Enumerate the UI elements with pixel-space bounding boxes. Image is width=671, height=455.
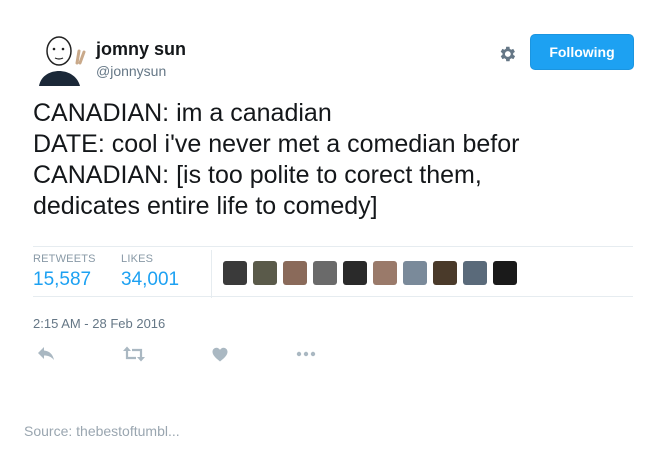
likes-label: LIKES — [121, 253, 154, 265]
like-icon[interactable] — [209, 343, 231, 365]
gear-icon[interactable] — [495, 42, 519, 66]
tweet-line: dedicates entire life to comedy] — [33, 192, 378, 220]
liker-avatar-1[interactable] — [223, 261, 247, 285]
liker-avatar-2[interactable] — [253, 261, 277, 285]
author-handle[interactable]: @jonnysun — [96, 63, 166, 79]
tweet-card: jomny sun @jonnysun Following CANADIAN: … — [33, 28, 637, 388]
liker-avatar-6[interactable] — [373, 261, 397, 285]
liker-avatar-9[interactable] — [463, 261, 487, 285]
retweets-count: 15,587 — [33, 269, 92, 290]
tweet-line: DATE: cool i've never met a comedian bef… — [33, 130, 520, 158]
liker-avatar-7[interactable] — [403, 261, 427, 285]
liker-avatar-4[interactable] — [313, 261, 337, 285]
tweet-timestamp[interactable]: 2:15 AM - 28 Feb 2016 — [33, 316, 165, 331]
tweet-actions — [33, 343, 353, 365]
following-button[interactable]: Following — [530, 34, 634, 70]
reply-icon[interactable] — [35, 343, 57, 365]
liker-avatar-3[interactable] — [283, 261, 307, 285]
more-icon[interactable] — [295, 343, 317, 365]
tweet-line: CANADIAN: im a canadian — [33, 99, 332, 127]
likes-count: 34,001 — [121, 269, 180, 290]
retweets-stat[interactable]: RETWEETS 15,587 — [33, 253, 96, 291]
author-avatar[interactable] — [33, 33, 86, 86]
tweet-text: CANADIAN: im a canadian DATE: cool i've … — [33, 98, 637, 222]
divider — [33, 246, 633, 247]
retweet-icon[interactable] — [123, 343, 145, 365]
liker-avatar-5[interactable] — [343, 261, 367, 285]
author-avatar-drawing — [33, 33, 86, 86]
liker-avatar-10[interactable] — [493, 261, 517, 285]
divider — [33, 296, 633, 297]
retweets-label: RETWEETS — [33, 253, 96, 265]
source-caption: Source: thebestoftumbl... — [24, 423, 180, 439]
likes-stat[interactable]: LIKES 34,001 — [121, 253, 179, 291]
liker-avatars — [223, 261, 517, 285]
tweet-line: CANADIAN: [is too polite to corect them, — [33, 161, 482, 189]
liker-avatar-8[interactable] — [433, 261, 457, 285]
author-name[interactable]: jomny sun — [96, 39, 186, 60]
stats-separator — [211, 250, 212, 298]
